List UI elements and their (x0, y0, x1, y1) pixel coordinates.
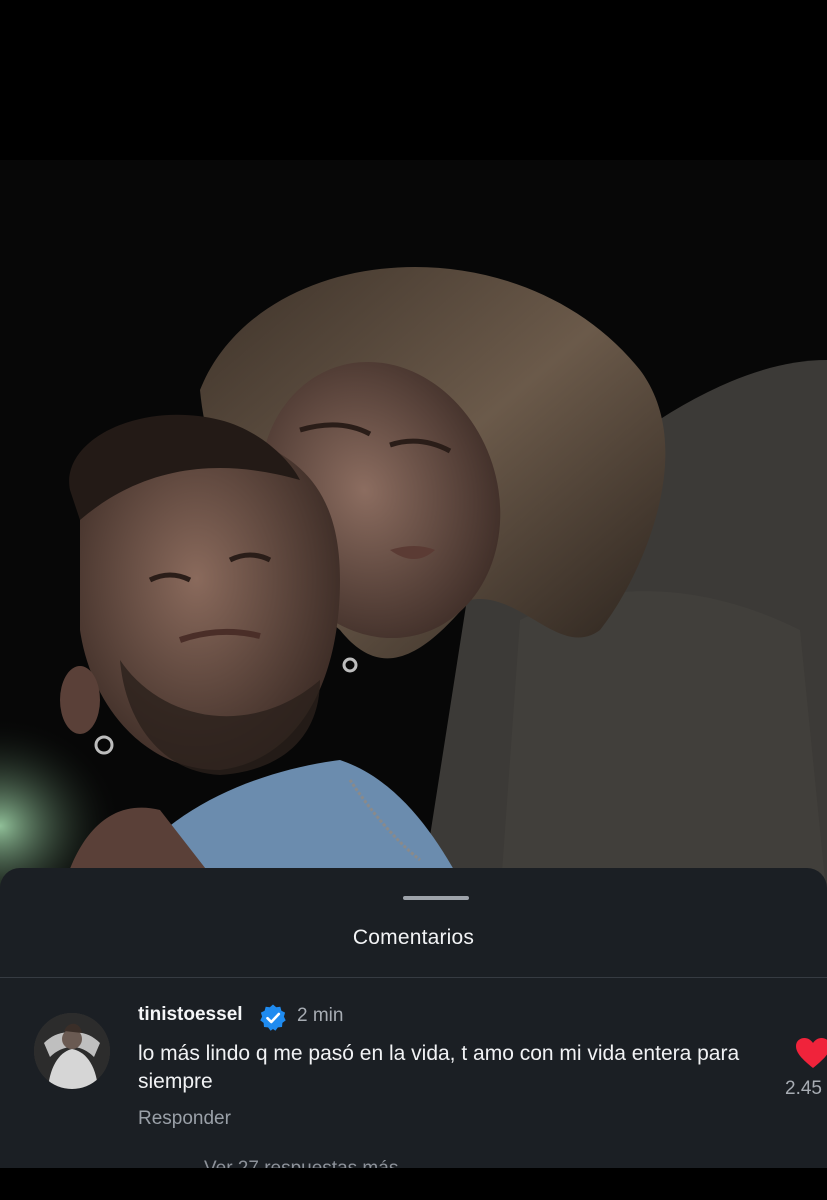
verified-badge-icon (260, 1004, 286, 1031)
reply-button[interactable]: Responder (138, 1108, 231, 1130)
like-count: 2.45 (785, 1078, 822, 1099)
post-photo[interactable] (0, 160, 827, 900)
bottom-edge (0, 1168, 827, 1200)
heart-icon[interactable] (794, 1036, 827, 1070)
comment-text: lo más lindo q me pasó en la vida, t amo… (138, 1042, 740, 1093)
screen: Comentarios tinistoessel 2 min lo más li… (0, 0, 827, 1200)
sheet-drag-handle[interactable] (403, 896, 469, 900)
comments-sheet: Comentarios tinistoessel 2 min lo más li… (0, 868, 827, 1168)
photo-illustration (0, 160, 827, 900)
comment-time: 2 min (297, 1005, 344, 1026)
sheet-title: Comentarios (352, 926, 475, 949)
view-more-replies[interactable]: Ver 27 respuestas más (204, 1159, 398, 1168)
avatar-image (34, 1013, 110, 1089)
divider (0, 977, 827, 978)
avatar[interactable] (34, 1013, 110, 1089)
comment-username[interactable]: tinistoessel (138, 1004, 243, 1026)
